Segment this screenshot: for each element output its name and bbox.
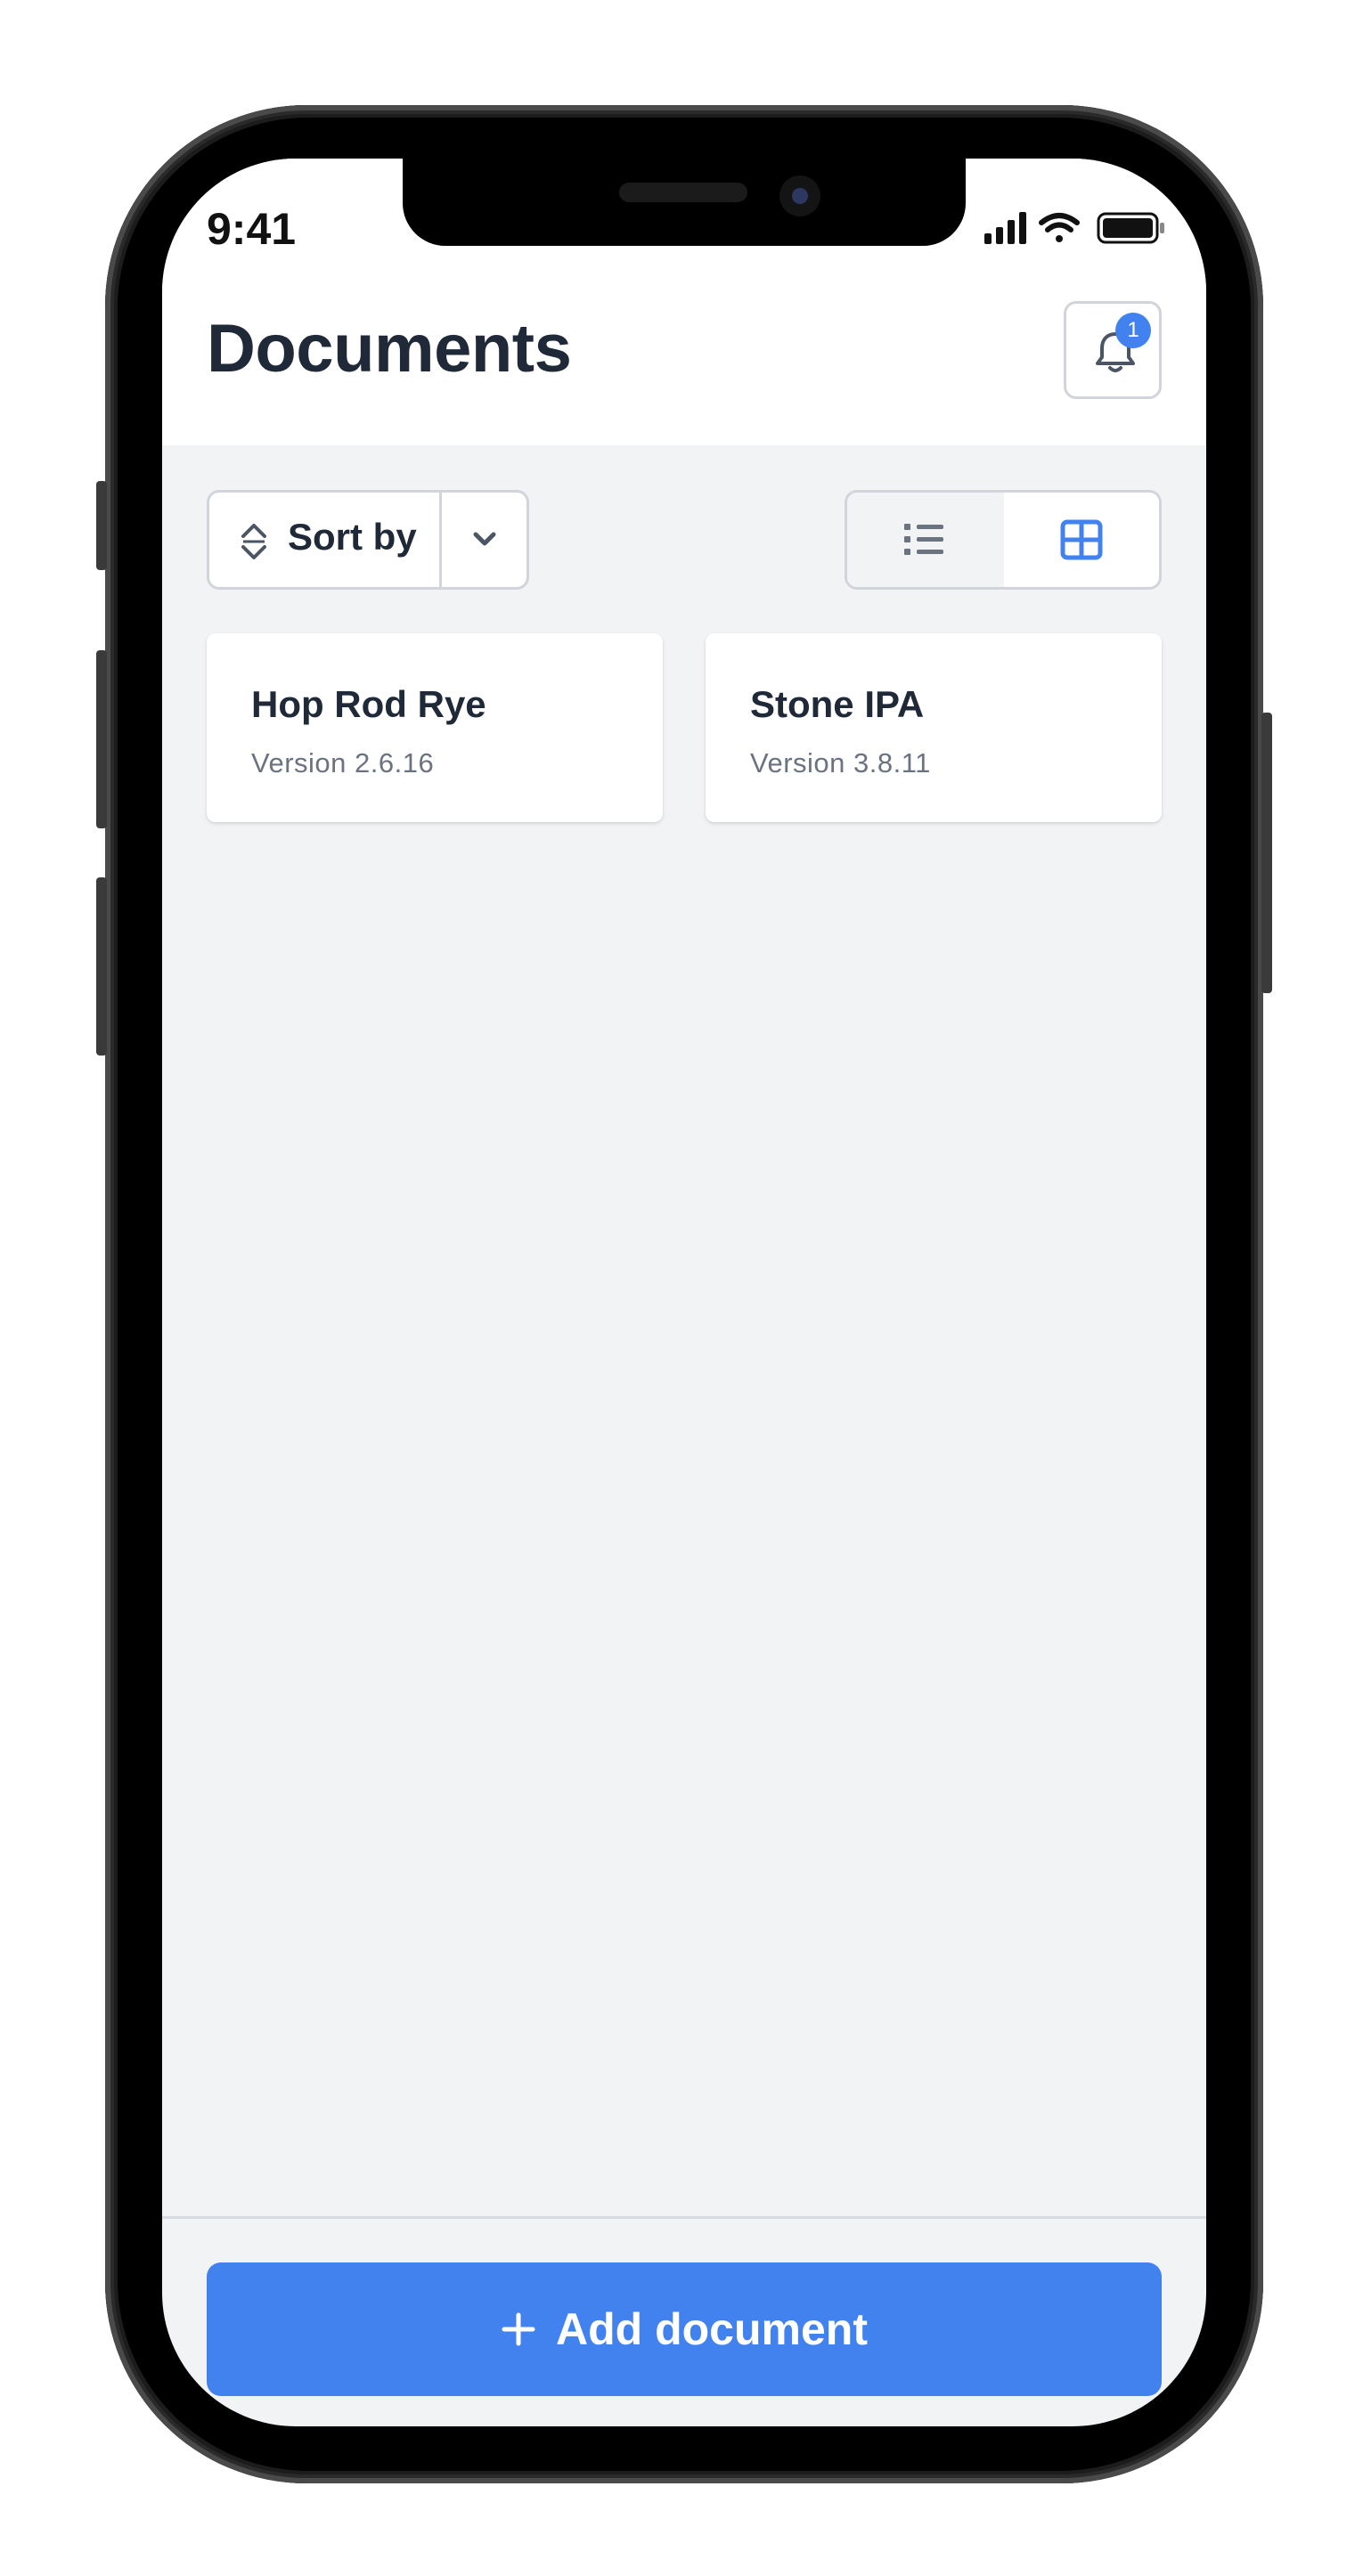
sort-label: Sort by [288,516,417,558]
plus-icon [502,2312,535,2346]
chevron-down-icon [473,532,496,546]
front-camera [779,175,820,216]
notification-badge: 1 [1115,313,1151,348]
sort-control: Sort by [207,490,529,590]
phone-notch [403,159,966,246]
wifi-icon [1039,213,1080,242]
add-document-button[interactable]: Add document [207,2262,1162,2396]
document-card[interactable]: Stone IPA Version 3.8.11 [706,633,1162,822]
status-time: 9:41 [207,204,297,254]
battery-icon [1097,212,1164,244]
view-mode-toggle [845,490,1162,590]
phone-volume-up-button [96,650,107,828]
phone-volume-down-button [96,877,107,1056]
phone-silent-switch [96,481,107,570]
phone-speaker [619,183,747,202]
phone-power-button [1261,713,1272,993]
cellular-signal-icon [984,212,1026,244]
sort-button[interactable]: Sort by [209,493,442,587]
document-title: Stone IPA [750,683,925,725]
grid-view-button[interactable] [1004,493,1159,587]
add-document-label: Add document [556,2304,868,2354]
app-screen: 9:41 Documents 1 Sort by Hop Rod Rye Ver… [162,159,1206,2426]
document-version: Version 2.6.16 [251,747,435,779]
list-icon [904,524,943,555]
document-card[interactable]: Hop Rod Rye Version 2.6.16 [207,633,663,822]
status-indicators [984,212,1164,244]
page-title: Documents [207,311,572,387]
grid-icon [1060,519,1103,560]
notifications-button[interactable] [1064,301,1162,399]
document-version: Version 3.8.11 [750,747,931,779]
sort-icon [241,524,266,559]
status-icons [984,210,1167,246]
footer-divider [162,2216,1206,2219]
sort-dropdown-toggle[interactable] [442,493,526,587]
document-title: Hop Rod Rye [251,683,486,725]
list-view-button[interactable] [847,493,1004,587]
